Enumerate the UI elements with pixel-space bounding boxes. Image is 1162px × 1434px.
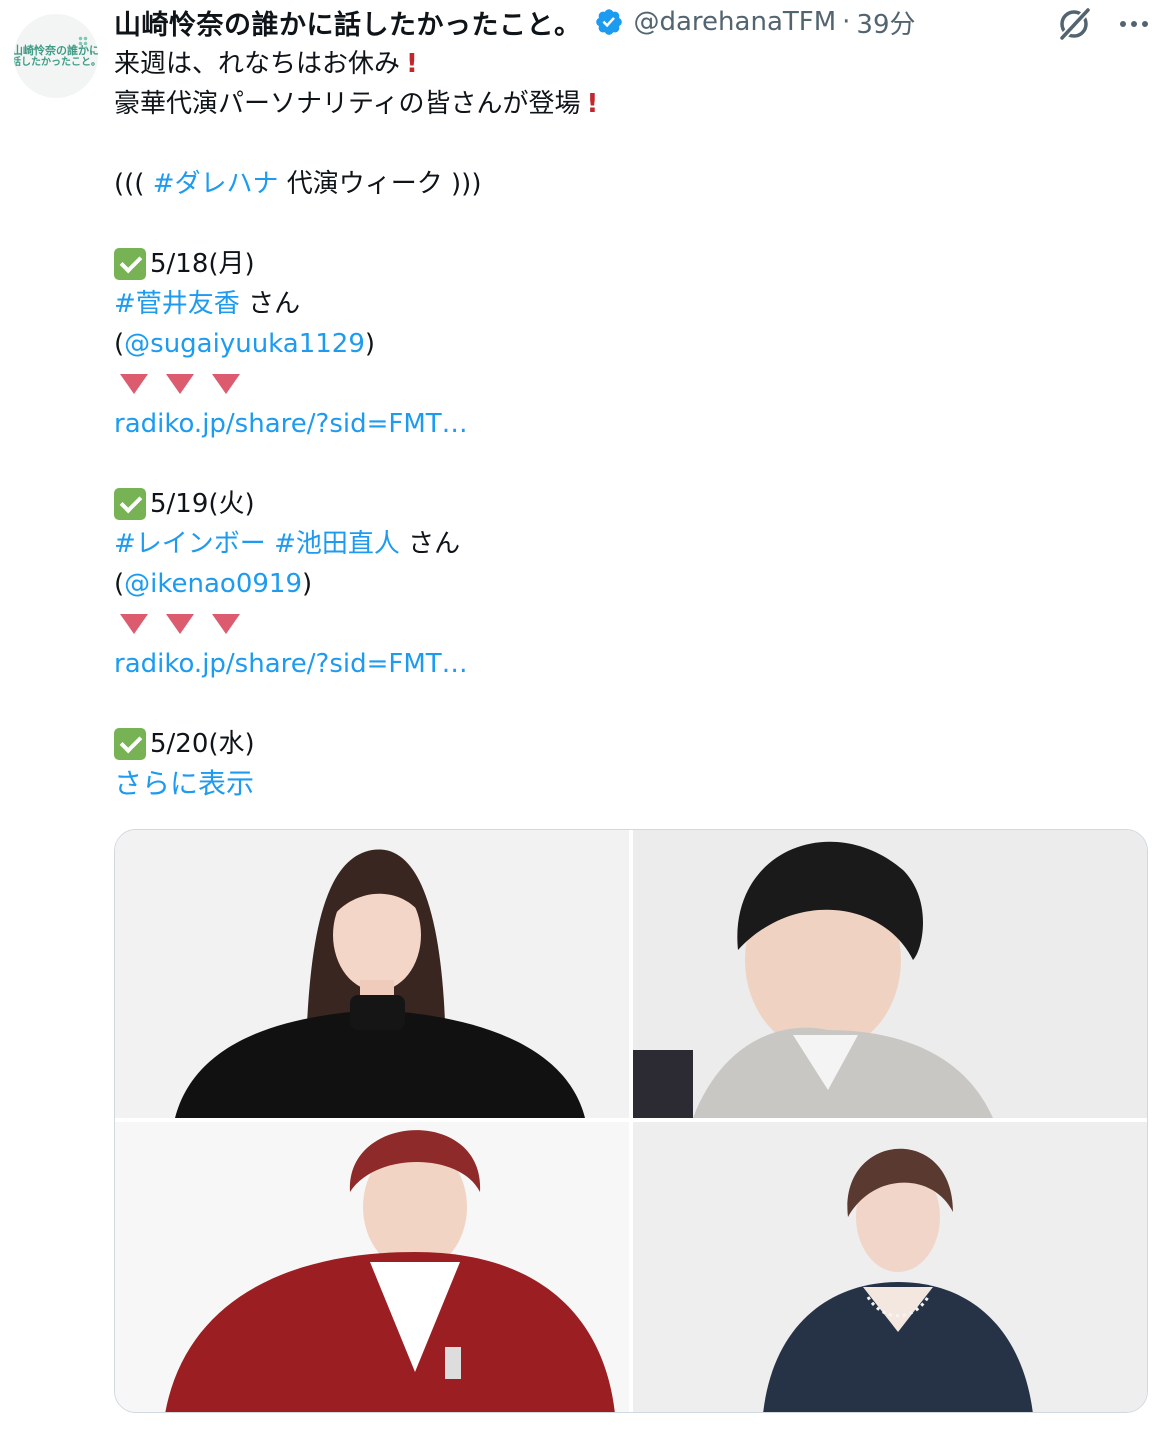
down-triangle-icon — [120, 374, 148, 394]
verified-badge-icon — [595, 9, 622, 35]
avatar[interactable]: 山崎怜奈の誰かに 話したかったこと。 — [14, 14, 98, 98]
down-triangle-icon — [166, 614, 194, 634]
avatar-text-line2: 話したかったこと。 — [14, 56, 98, 68]
day2-san: さん — [408, 529, 461, 559]
check-mark-icon — [114, 248, 146, 280]
exclamation-icon: ! — [586, 89, 599, 119]
text-line: radiko.jp/share/?sid=FMT… — [114, 404, 1144, 444]
down-triangle-icon — [212, 614, 240, 634]
radiko-link-day1[interactable]: radiko.jp/share/?sid=FMT… — [114, 404, 468, 444]
hashtag-darehana[interactable]: #ダレハナ — [153, 164, 279, 204]
tweet-line1: 来週は、れなちはお休み — [114, 49, 401, 79]
photo-1-illustration — [115, 830, 629, 1118]
hashtag-sugai-yuka[interactable]: #菅井友香 — [114, 284, 240, 324]
text-line: 来週は、れなちはお休み ! — [114, 44, 1144, 84]
photo-2[interactable] — [633, 830, 1147, 1118]
avatar-dots-decoration — [78, 36, 88, 48]
exclamation-icon: ! — [406, 49, 418, 79]
text-line: radiko.jp/share/?sid=FMT… — [114, 644, 1144, 684]
text-line: 5/20(水) — [114, 724, 1144, 764]
text-line: 豪華代演パーソナリティの皆さんが登場 ! — [114, 84, 1144, 124]
text-line: (@ikenao0919) — [114, 564, 1144, 604]
hashtag-rainbow[interactable]: #レインボー — [114, 524, 266, 564]
mention-sugaiyuuka1129[interactable]: @sugaiyuuka1129 — [124, 324, 365, 364]
day1-date: 5/18(月) — [150, 249, 255, 279]
day2-date: 5/19(火) — [150, 489, 255, 519]
text-line: 5/18(月) — [114, 244, 1144, 284]
text-line: (@sugaiyuuka1129) — [114, 324, 1144, 364]
paren-open: ( — [114, 329, 125, 359]
separator-dot: · — [842, 7, 851, 37]
grok-icon[interactable] — [1054, 4, 1094, 44]
hashtag-ikeda-naoto[interactable]: #池田直人 — [274, 524, 400, 564]
text-line — [114, 604, 1144, 644]
photo-4[interactable] — [633, 1122, 1147, 1412]
down-triangle-icon — [166, 374, 194, 394]
more-dot-icon — [1131, 21, 1137, 27]
text-line: #レインボー #池田直人 さん — [114, 524, 1144, 564]
check-mark-icon — [114, 488, 146, 520]
day1-san: さん — [248, 289, 301, 319]
user-handle[interactable]: @darehanaTFM — [634, 7, 837, 37]
display-name[interactable]: 山崎怜奈の誰かに話したかったこと。 — [114, 3, 582, 42]
timestamp[interactable]: 39分 — [856, 4, 915, 41]
mention-ikenao0919[interactable]: @ikenao0919 — [124, 564, 302, 604]
photo-3[interactable] — [115, 1122, 629, 1412]
down-triangle-icon — [212, 374, 240, 394]
text-line: 5/19(火) — [114, 484, 1144, 524]
tweet-line3-prefix: ((( — [114, 169, 145, 199]
tweet-line2: 豪華代演パーソナリティの皆さんが登場 — [114, 89, 581, 119]
day3-date: 5/20(水) — [150, 729, 255, 759]
photo-3-illustration — [115, 1122, 629, 1412]
paren-close: ) — [364, 329, 376, 359]
text-line: ((( #ダレハナ 代演ウィーク ))) — [114, 164, 1144, 204]
tweet-line3-suffix: 代演ウィーク ))) — [286, 169, 482, 199]
photo-2-illustration — [633, 830, 1147, 1118]
tweet-text: 来週は、れなちはお休み ! 豪華代演パーソナリティの皆さんが登場 ! ((( #… — [114, 44, 1144, 804]
photo-1[interactable] — [115, 830, 629, 1118]
more-icon[interactable] — [1114, 4, 1154, 44]
more-dot-icon — [1142, 21, 1148, 27]
check-mark-icon — [114, 728, 146, 760]
text-line: #菅井友香 さん — [114, 284, 1144, 324]
more-dot-icon — [1120, 21, 1126, 27]
photo-4-illustration — [633, 1122, 1147, 1412]
text-line: さらに表示 — [114, 764, 1144, 804]
text-line — [114, 364, 1144, 404]
paren-open: ( — [114, 569, 125, 599]
tweet-header: 山崎怜奈の誰かに話したかったこと。 @darehanaTFM · 39分 — [114, 2, 916, 42]
show-more-link[interactable]: さらに表示 — [114, 764, 254, 804]
radiko-link-day2[interactable]: radiko.jp/share/?sid=FMT… — [114, 644, 468, 684]
down-triangle-icon — [120, 614, 148, 634]
paren-close: ) — [302, 569, 313, 599]
media-grid — [114, 829, 1148, 1413]
